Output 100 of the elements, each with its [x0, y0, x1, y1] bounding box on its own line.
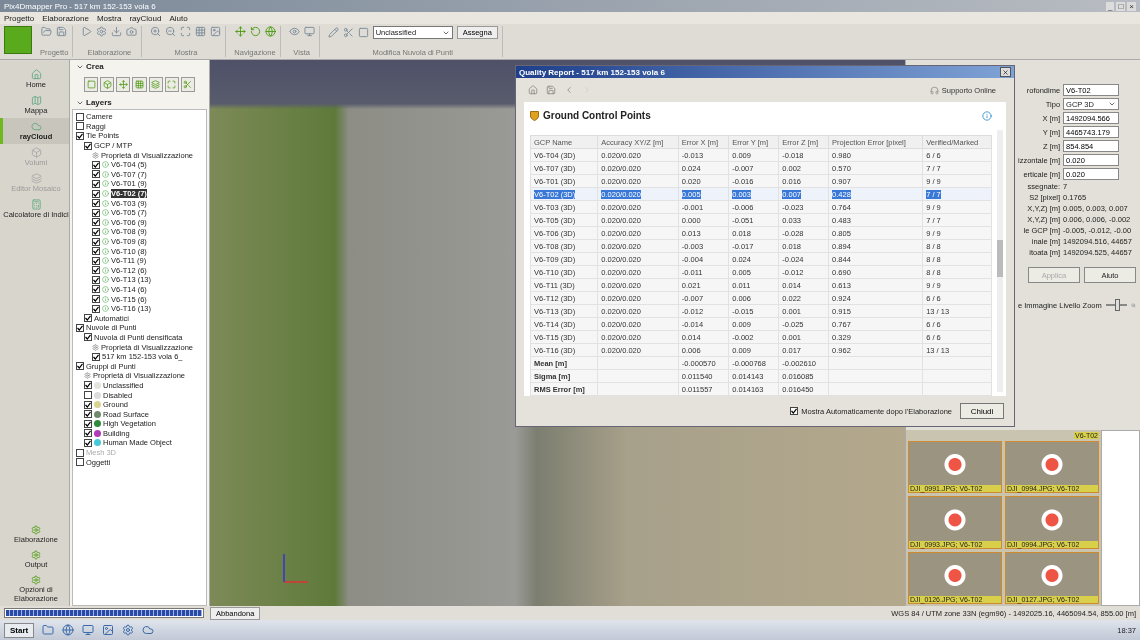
taskbar-icon[interactable]: [42, 624, 55, 636]
start-button[interactable]: Start: [4, 622, 35, 638]
layer-checkbox[interactable]: [92, 295, 100, 304]
window-title: Pix4Dmapper Pro - 517 km 152-153 vola 6: [4, 1, 156, 11]
nav-icon: [30, 69, 42, 80]
gear-icon: [31, 575, 41, 585]
toolbar-icon[interactable]: [234, 26, 246, 37]
layer-checkbox[interactable]: [76, 122, 84, 131]
point-icon: [102, 295, 109, 303]
toolbar-icon[interactable]: [264, 26, 276, 37]
layer-checkbox[interactable]: [92, 160, 100, 169]
layer-checkbox[interactable]: [92, 256, 100, 265]
toolbar-icon[interactable]: [56, 26, 68, 37]
section-heading: Ground Control Points: [543, 110, 651, 121]
layer-checkbox[interactable]: [92, 304, 100, 313]
layer-checkbox[interactable]: [76, 362, 84, 371]
point-icon: [102, 247, 109, 255]
create-tool-button[interactable]: [116, 77, 131, 92]
layer-checkbox[interactable]: [92, 199, 100, 208]
create-tool-button[interactable]: [84, 77, 99, 92]
point-icon: [102, 276, 109, 284]
layer-checkbox[interactable]: [84, 400, 92, 409]
window-control[interactable]: ×: [1127, 1, 1136, 11]
close-icon: [1002, 68, 1009, 76]
app-logo: [4, 26, 32, 54]
layer-checkbox[interactable]: [92, 189, 100, 198]
layer-checkbox[interactable]: [84, 381, 92, 390]
properties-icon: [92, 343, 99, 351]
point-icon: [102, 286, 109, 293]
scrollbar[interactable]: [997, 130, 1003, 392]
layer-checkbox[interactable]: [76, 458, 84, 467]
menu-item[interactable]: Progetto: [4, 13, 35, 23]
layer-checkbox[interactable]: [92, 218, 100, 227]
layer-checkbox[interactable]: [76, 323, 84, 332]
properties-icon: [84, 372, 91, 380]
toolbar-icon[interactable]: [165, 26, 177, 37]
toolbar-icon[interactable]: [150, 26, 162, 37]
gear-icon: [31, 550, 41, 560]
section-title: Layers: [86, 98, 112, 107]
close-button[interactable]: [1000, 67, 1011, 77]
menu-item[interactable]: Aiuto: [169, 13, 188, 23]
shield-icon: [530, 110, 539, 121]
taskbar-icon[interactable]: [62, 624, 75, 636]
layer-checkbox[interactable]: [76, 112, 84, 121]
layer-checkbox[interactable]: [92, 352, 100, 361]
axes-icon: [280, 552, 310, 586]
nav-icon: [30, 147, 42, 158]
layer-checkbox[interactable]: [84, 314, 92, 323]
toolbar-icon[interactable]: [249, 26, 261, 37]
caret-icon: [1108, 100, 1117, 108]
layer-checkbox[interactable]: [84, 141, 92, 150]
layer-checkbox[interactable]: [84, 419, 92, 428]
nav-icon: [30, 121, 42, 132]
layer-checkbox[interactable]: [76, 132, 84, 140]
layer-checkbox[interactable]: [92, 285, 100, 294]
menu-item[interactable]: rayCloud: [129, 13, 162, 23]
window-control[interactable]: _: [1106, 1, 1115, 11]
toolbar-icon[interactable]: [342, 27, 354, 38]
nav-icon: [30, 199, 42, 210]
close-dialog-button[interactable]: Chiudi: [960, 403, 1004, 419]
headset-icon: [929, 85, 939, 95]
layer-checkbox[interactable]: [92, 170, 100, 179]
section-title: Crea: [86, 62, 104, 71]
zoom-slider-thumb[interactable]: [1114, 299, 1120, 311]
menu-item[interactable]: Elaborazione: [42, 13, 89, 23]
nav-icon: [30, 95, 42, 106]
layer-checkbox[interactable]: [84, 439, 92, 447]
toolbar-icon[interactable]: [288, 26, 300, 37]
dialog-title: Quality Report - 517 km 152-153 vola 6: [519, 67, 665, 77]
nav-icon: [30, 173, 42, 184]
layer-checkbox[interactable]: [84, 429, 92, 438]
layer-checkbox[interactable]: [92, 179, 100, 188]
create-tool-button[interactable]: [180, 77, 195, 92]
layer-checkbox[interactable]: [92, 275, 100, 284]
taskbar-icon[interactable]: [102, 624, 115, 636]
taskbar-icon[interactable]: [82, 624, 95, 636]
layer-checkbox[interactable]: [92, 266, 100, 275]
menu-item[interactable]: Mostra: [96, 13, 122, 23]
toolbar-icon[interactable]: [111, 26, 123, 37]
create-tool-button[interactable]: [100, 77, 115, 92]
layer-checkbox[interactable]: [92, 237, 100, 246]
layer-checkbox[interactable]: [84, 333, 92, 342]
layer-checkbox[interactable]: [92, 247, 100, 256]
taskbar-icon[interactable]: [122, 624, 135, 636]
point-icon: [102, 305, 109, 313]
toolbar-icon[interactable]: [195, 26, 207, 37]
properties-icon: [92, 151, 99, 159]
create-tool-button[interactable]: [148, 77, 163, 92]
create-tool-button[interactable]: [132, 77, 147, 92]
layer-checkbox[interactable]: [84, 410, 92, 419]
auto-show-checkbox[interactable]: [790, 407, 799, 415]
toolbar-icon[interactable]: [303, 26, 315, 37]
taskbar-icon[interactable]: [142, 624, 155, 636]
layer-checkbox[interactable]: [92, 208, 100, 217]
layer-checkbox[interactable]: [84, 391, 92, 399]
gear-icon: [31, 525, 41, 535]
point-icon: [102, 228, 109, 236]
window-control[interactable]: □: [1116, 1, 1126, 11]
create-tool-button[interactable]: [164, 77, 179, 92]
layer-checkbox[interactable]: [92, 227, 100, 236]
